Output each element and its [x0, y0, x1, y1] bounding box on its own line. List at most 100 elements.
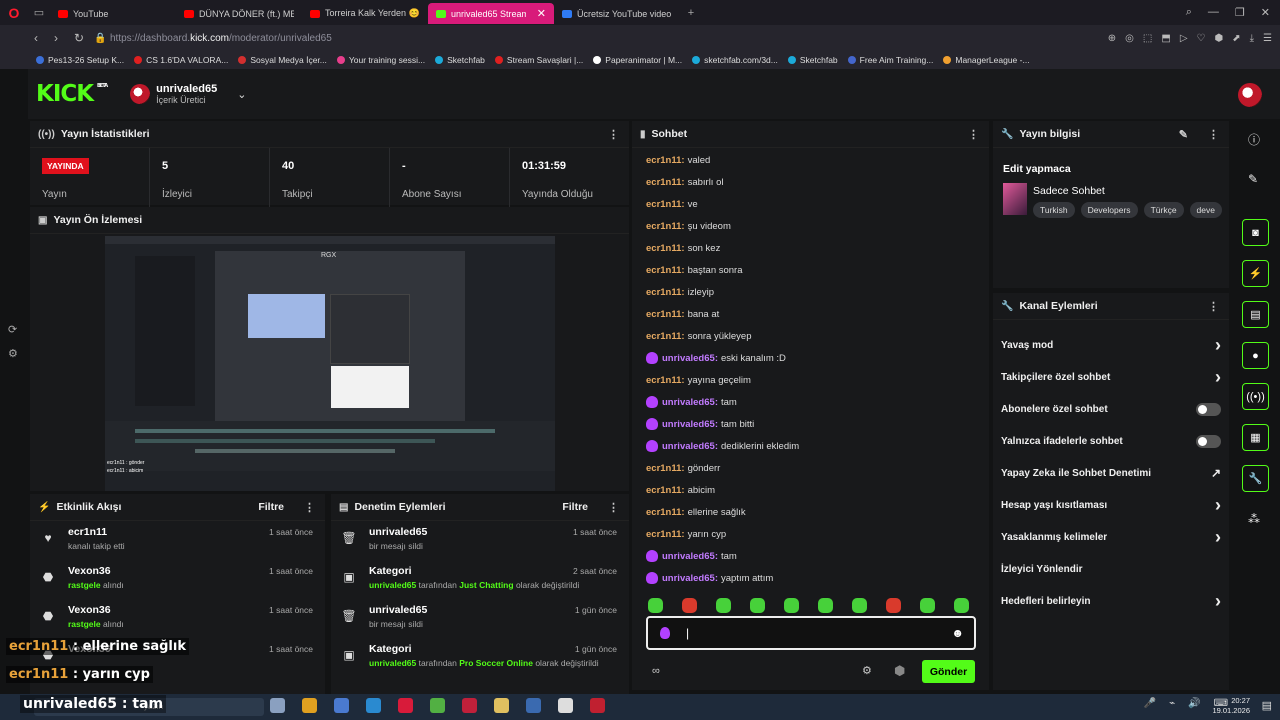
menu-icon[interactable]: ☰: [1263, 33, 1272, 44]
tag-chip[interactable]: deve: [1189, 202, 1222, 218]
bookmark-icon[interactable]: ⬒: [1161, 33, 1170, 44]
activity-item[interactable]: ♥ ecr1n11 kanalı takip etti 1 saat önce: [30, 521, 325, 560]
chat-username[interactable]: ecr1n11: [646, 485, 681, 496]
chat-username[interactable]: ecr1n11: [646, 243, 681, 254]
bookmark-item[interactable]: Pes13-26 Setup K...: [36, 55, 124, 65]
new-tab-icon[interactable]: +: [680, 7, 702, 19]
chat-message[interactable]: unrivaled65: dediklerini ekledim: [632, 435, 989, 457]
share-icon[interactable]: ⬈: [1232, 33, 1240, 44]
chat-input[interactable]: | ☻: [646, 616, 976, 650]
chat-username[interactable]: ecr1n11: [646, 199, 681, 210]
channel-switcher[interactable]: unrivaled65 İçerik Üretici ⌄: [130, 83, 246, 105]
extensions-icon[interactable]: ⬢: [1214, 33, 1223, 44]
add-widget-icon[interactable]: ⁂: [1248, 512, 1260, 526]
browser-tab[interactable]: unrivaled65 Stream ✕: [428, 3, 554, 24]
url-field[interactable]: https://dashboard.kick.com/moderator/unr…: [110, 33, 332, 44]
channel-action-row[interactable]: Yavaş mod ›: [993, 329, 1229, 361]
bookmark-item[interactable]: ManagerLeague -...: [943, 55, 1030, 65]
info-icon[interactable]: ⓘ: [1248, 131, 1260, 148]
emote-icon[interactable]: [750, 598, 765, 613]
forward-icon[interactable]: ›: [54, 31, 74, 45]
moderation-item[interactable]: ▣ Kategori unrivaled65 tarafından Pro Socc…: [331, 638, 629, 677]
user-avatar[interactable]: [1238, 83, 1262, 107]
chat-username[interactable]: ecr1n11: [646, 529, 681, 540]
emote-icon[interactable]: [954, 598, 969, 613]
opera-icon[interactable]: [398, 698, 413, 713]
chrome-icon[interactable]: [302, 698, 317, 713]
chat-message[interactable]: unrivaled65: tam: [632, 545, 989, 567]
chat-message[interactable]: ecr1n11: yayına geçelim: [632, 369, 989, 391]
lock-icon[interactable]: 🔒: [94, 33, 110, 44]
channel-action-row[interactable]: Yalnızca ifadelerle sohbet: [993, 425, 1229, 457]
mail-icon[interactable]: [366, 698, 381, 713]
emote-icon[interactable]: [818, 598, 833, 613]
zoom-icon[interactable]: ⊕: [1108, 33, 1116, 44]
tag-chip[interactable]: Developers: [1080, 202, 1138, 218]
bookmark-item[interactable]: sketchfab.com/3d...: [692, 55, 778, 65]
bookmark-item[interactable]: Free Aim Training...: [847, 55, 933, 65]
bookmark-item[interactable]: Stream Savaşlari |...: [494, 55, 583, 65]
xbox-icon[interactable]: [430, 698, 445, 713]
chat-username[interactable]: unrivaled65: [662, 441, 715, 452]
app-icon[interactable]: [462, 698, 477, 713]
more-options-icon[interactable]: ⋮: [608, 128, 619, 141]
moderation-item[interactable]: 🗑 unrivaled65 bir mesajı sildi 1 saat önce: [331, 521, 629, 560]
chevron-right-icon[interactable]: ›: [1215, 527, 1221, 548]
chat-username[interactable]: unrivaled65: [662, 573, 715, 584]
network-icon[interactable]: ⌁: [1169, 698, 1175, 709]
bookmark-item[interactable]: Paperanimator | M...: [593, 55, 682, 65]
back-icon[interactable]: ‹: [34, 31, 54, 45]
preview-toggle-icon[interactable]: ◙: [1242, 219, 1269, 246]
volume-icon[interactable]: 🔊: [1188, 698, 1200, 709]
more-options-icon[interactable]: ⋮: [968, 128, 979, 141]
chat-username[interactable]: unrivaled65: [662, 551, 715, 562]
tag-chip[interactable]: Turkish: [1033, 202, 1075, 218]
chat-username[interactable]: ecr1n11: [646, 331, 681, 342]
chat-message[interactable]: ecr1n11: izleyip: [632, 281, 989, 303]
moderation-item[interactable]: ▣ Kategori unrivaled65 tarafından Just Cha…: [331, 560, 629, 599]
toggle-switch[interactable]: [1196, 434, 1221, 448]
chat-message[interactable]: ecr1n11: abicim: [632, 479, 989, 501]
obs-icon[interactable]: [590, 698, 605, 713]
chat-username[interactable]: ecr1n11: [646, 309, 681, 320]
channel-action-row[interactable]: Yapay Zeka ile Sohbet Denetimi ↗: [993, 457, 1229, 489]
emote-icon[interactable]: [784, 598, 799, 613]
infinity-icon[interactable]: ∞: [652, 665, 660, 677]
snapshot-icon[interactable]: ⬚: [1143, 33, 1152, 44]
channel-action-row[interactable]: İzleyici Yönlendir: [993, 553, 1229, 585]
channel-action-row[interactable]: Hesap yaşı kısıtlaması ›: [993, 489, 1229, 521]
browser-tab[interactable]: Torreira Kalk Yerden 😊: [302, 3, 428, 24]
chat-message[interactable]: ecr1n11: şu videom: [632, 215, 989, 237]
emote-icon[interactable]: [648, 598, 663, 613]
emote-icon[interactable]: [886, 598, 901, 613]
emoji-icon[interactable]: ☻: [951, 626, 964, 640]
chat-username[interactable]: unrivaled65: [662, 353, 715, 364]
player-icon[interactable]: ▷: [1180, 33, 1188, 44]
chevron-down-icon[interactable]: ⌄: [237, 88, 246, 101]
steam-icon[interactable]: [526, 698, 541, 713]
stream-preview-video[interactable]: RGX ecr1n11 : gönder ecr1n11 : abicim: [105, 236, 555, 491]
chat-message[interactable]: ecr1n11: ellerine sağlık: [632, 501, 989, 523]
chat-settings-icon[interactable]: ⚙: [862, 664, 872, 677]
chat-username[interactable]: ecr1n11: [646, 463, 681, 474]
moderation-item[interactable]: 🗑 unrivaled65 bir mesajı sildi 1 gün önce: [331, 599, 629, 638]
activity-item[interactable]: ⬣ Vexon36 rastgele alındı 1 saat önce: [30, 599, 325, 638]
chevron-right-icon[interactable]: ›: [1215, 335, 1221, 356]
bookmark-item[interactable]: Sosyal Medya İçer...: [238, 55, 327, 65]
chat-message[interactable]: ecr1n11: bana at: [632, 303, 989, 325]
moderation-filter-button[interactable]: Filtre: [562, 501, 588, 513]
more-options-icon[interactable]: ⋮: [1208, 300, 1219, 313]
browser-tab[interactable]: Ücretsiz YouTube video in: [554, 3, 680, 24]
chevron-right-icon[interactable]: ›: [1215, 367, 1221, 388]
maximize-icon[interactable]: ❐: [1235, 6, 1245, 19]
chevron-right-icon[interactable]: ›: [1215, 591, 1221, 612]
chat-username[interactable]: ecr1n11: [646, 177, 681, 188]
browser-tab[interactable]: YouTube: [50, 3, 176, 24]
wrench-toggle-icon[interactable]: 🔧: [1242, 465, 1269, 492]
bookmark-item[interactable]: CS 1.6'DA VALORA...: [134, 55, 228, 65]
chat-message[interactable]: ecr1n11: baştan sonra: [632, 259, 989, 281]
download-icon[interactable]: ⤓: [1250, 33, 1254, 44]
activity-filter-button[interactable]: Filtre: [258, 501, 284, 513]
chat-message[interactable]: ecr1n11: gönderr: [632, 457, 989, 479]
stats-toggle-icon[interactable]: ▦: [1242, 424, 1269, 451]
